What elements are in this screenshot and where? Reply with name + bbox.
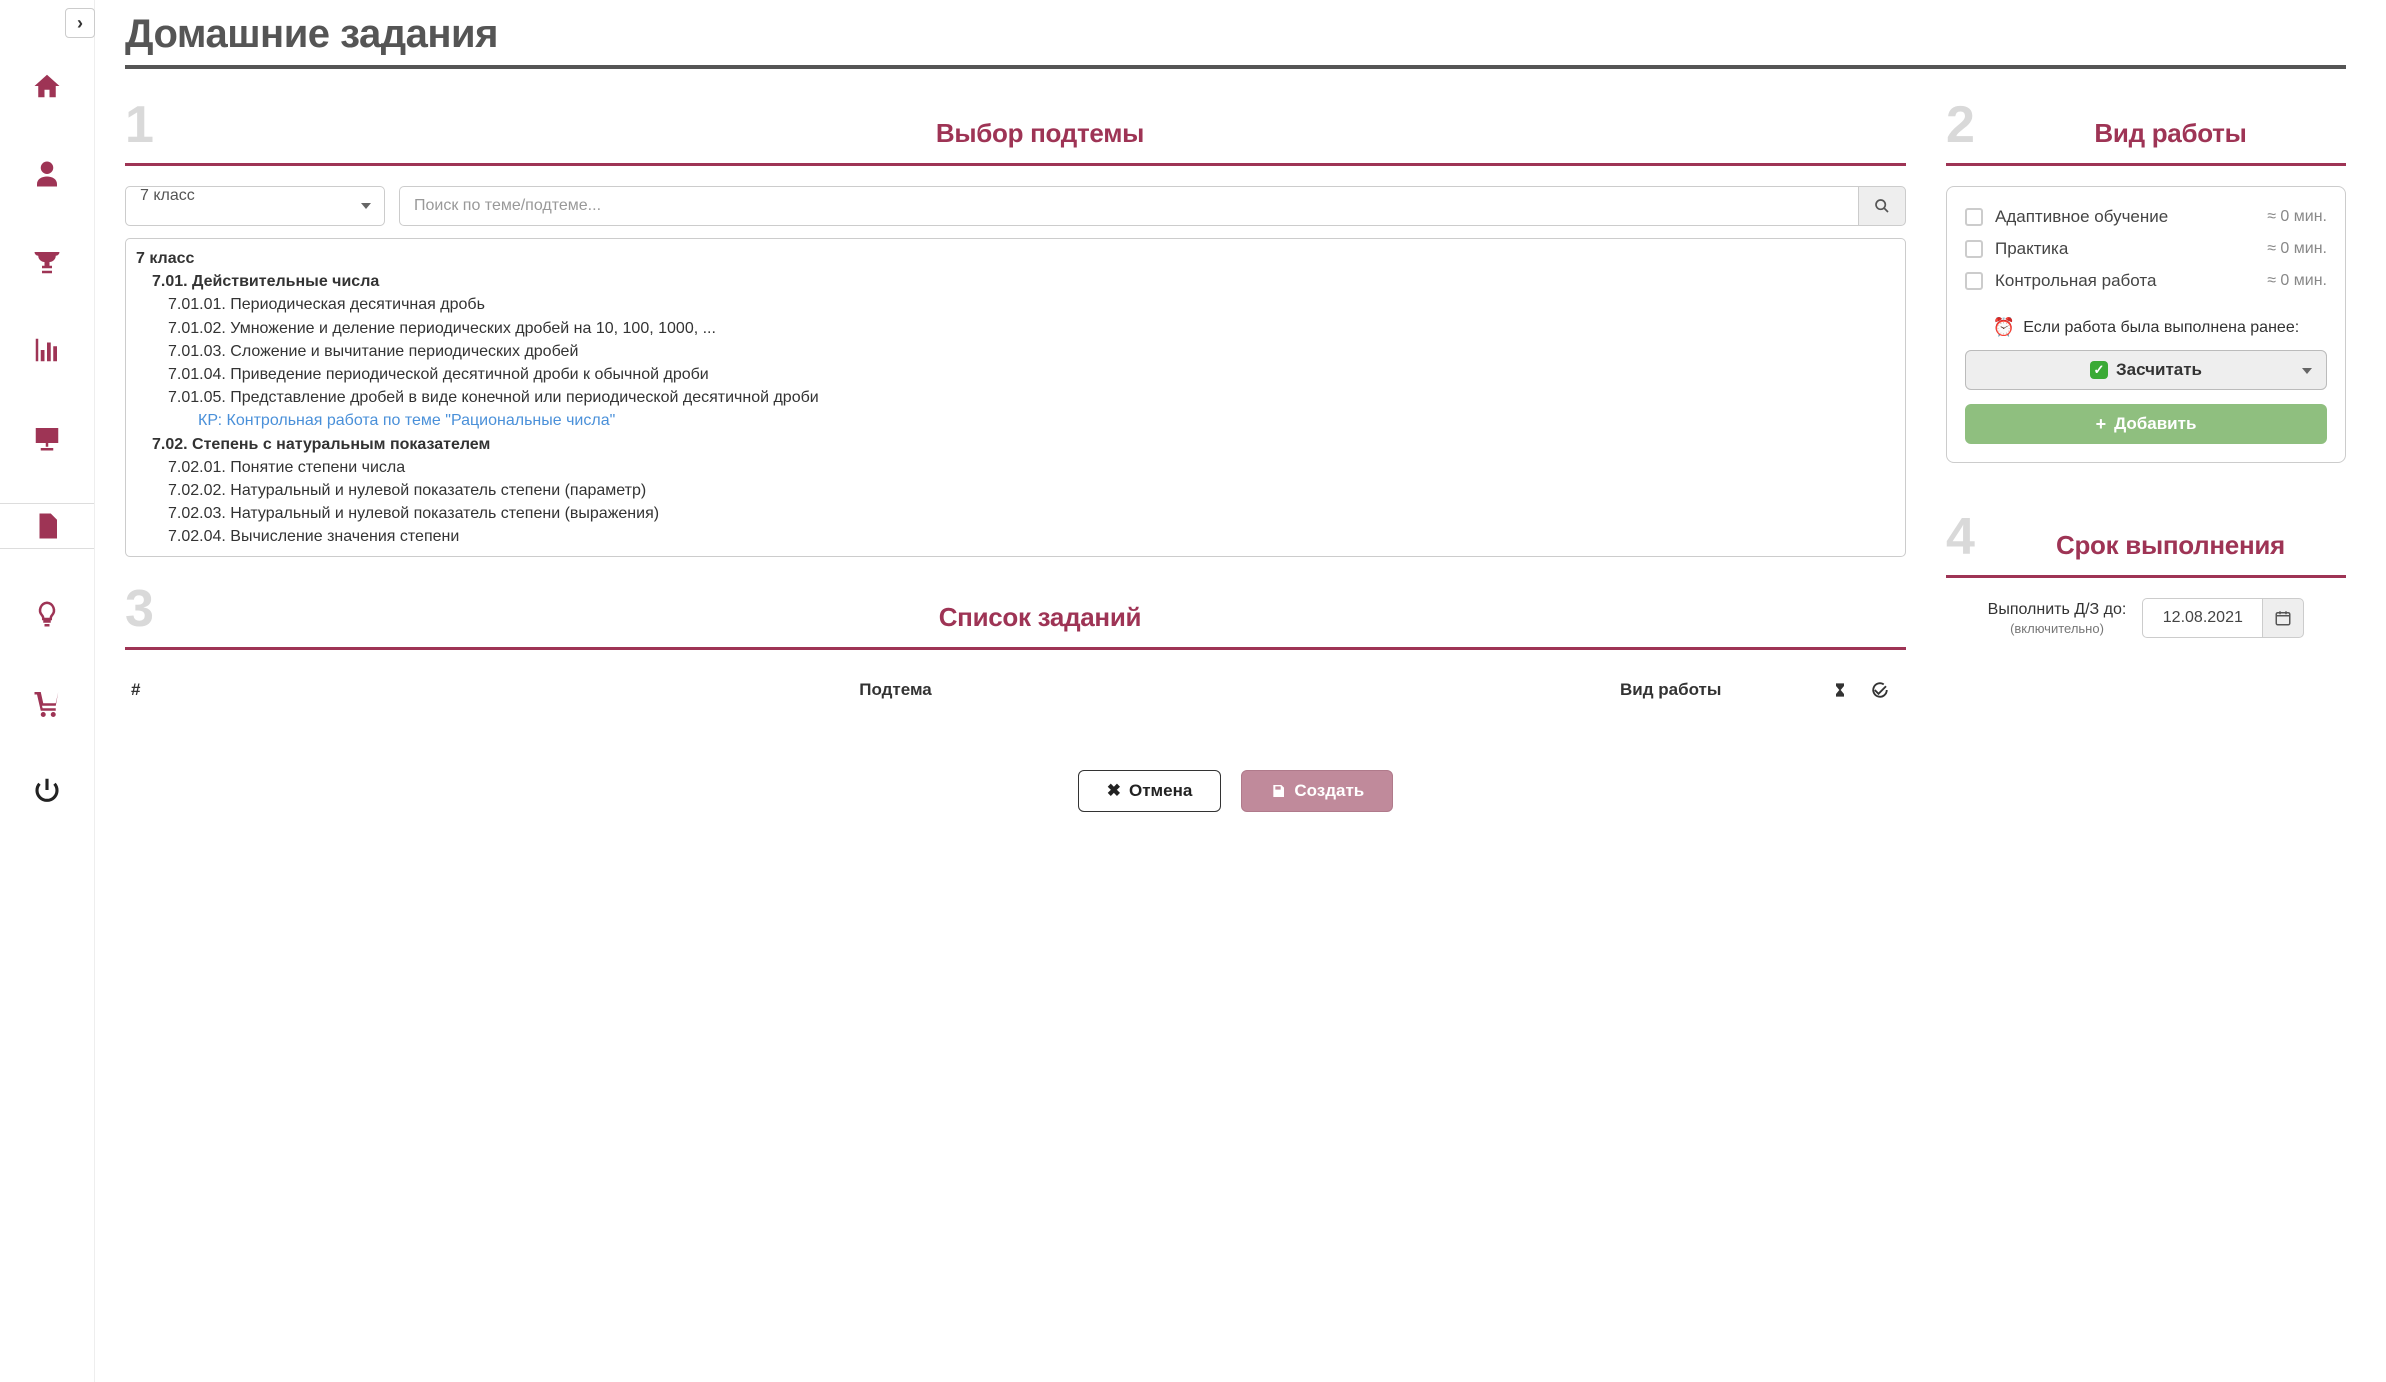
sidebar-toggle[interactable]: › — [65, 8, 95, 38]
col-work-type: Вид работы — [1620, 680, 1820, 700]
col-status — [1860, 681, 1900, 699]
topic-search-input[interactable] — [399, 186, 1858, 226]
section-4-number: 4 — [1946, 511, 1975, 563]
section-2-divider — [1946, 163, 2346, 166]
lightbulb-icon — [32, 599, 62, 629]
col-number: # — [131, 680, 171, 700]
user-icon — [32, 159, 62, 189]
topic-tree: 7 класс 7.01. Действительные числа 7.01.… — [125, 238, 1906, 557]
checkbox[interactable] — [1965, 208, 1983, 226]
work-type-label: Адаптивное обучение — [1995, 207, 2255, 227]
nav-stats[interactable] — [0, 327, 94, 373]
cancel-button-label: Отмена — [1129, 781, 1192, 801]
nav-home[interactable] — [0, 63, 94, 109]
plus-icon: + — [2096, 414, 2107, 435]
save-icon — [1270, 783, 1286, 799]
section-2-title: Вид работы — [1995, 118, 2346, 149]
add-button-label: Добавить — [2114, 414, 2196, 434]
tree-subtopic[interactable]: 7.02.01. Понятие степени числа — [168, 456, 1895, 479]
presentation-icon — [32, 423, 62, 453]
tree-subtopic[interactable]: 7.01.03. Сложение и вычитание периодичес… — [168, 340, 1895, 363]
tree-root[interactable]: 7 класс — [136, 247, 1895, 270]
work-type-label: Практика — [1995, 239, 2255, 259]
checkbox[interactable] — [1965, 272, 1983, 290]
tree-subtopic[interactable]: 7.01.04. Приведение периодической десяти… — [168, 363, 1895, 386]
power-icon — [32, 775, 62, 805]
create-button[interactable]: Создать — [1241, 770, 1393, 812]
nav-profile[interactable] — [0, 151, 94, 197]
tree-subtopic[interactable]: 7.01.01. Периодическая десятичная дробь — [168, 293, 1895, 316]
bar-chart-icon — [32, 335, 62, 365]
due-label-text: Выполнить Д/З до: — [1988, 601, 2127, 618]
col-subtopic: Подтема — [171, 680, 1620, 700]
work-type-practice[interactable]: Практика ≈ 0 мин. — [1965, 233, 2327, 265]
nav-logout[interactable] — [0, 767, 94, 813]
home-icon — [32, 71, 62, 101]
add-button[interactable]: + Добавить — [1965, 404, 2327, 444]
tree-subtopic[interactable]: 7.02.03. Натуральный и нулевой показател… — [168, 502, 1895, 525]
due-label: Выполнить Д/З до: (включительно) — [1988, 601, 2127, 636]
calendar-icon — [2274, 609, 2292, 627]
class-select[interactable]: 7 класс — [125, 186, 385, 226]
due-date-input[interactable] — [2142, 598, 2262, 638]
work-type-adaptive[interactable]: Адаптивное обучение ≈ 0 мин. — [1965, 201, 2327, 233]
due-label-hint: (включительно) — [1988, 621, 2127, 636]
section-4-title: Срок выполнения — [1995, 530, 2346, 561]
tree-subtopic[interactable]: 7.02.04. Вычисление значения степени — [168, 525, 1895, 548]
search-button[interactable] — [1858, 186, 1906, 226]
alarm-clock-icon: ⏰ — [1993, 317, 2015, 338]
work-type-mins: ≈ 0 мин. — [2267, 208, 2327, 226]
section-1-title: Выбор подтемы — [174, 118, 1906, 149]
section-3-divider — [125, 647, 1906, 650]
nav-cart[interactable] — [0, 679, 94, 725]
tree-topic[interactable]: 7.01. Действительные числа — [152, 270, 1895, 293]
check-circle-icon — [1871, 681, 1889, 699]
nav-trophy[interactable] — [0, 239, 94, 285]
nav-assignments[interactable] — [0, 503, 94, 549]
cart-icon — [32, 687, 62, 717]
nav-ideas[interactable] — [0, 591, 94, 637]
task-table-header: # Подтема Вид работы — [125, 670, 1906, 710]
section-3-title: Список заданий — [174, 602, 1906, 633]
date-picker-button[interactable] — [2262, 598, 2304, 638]
checkbox[interactable] — [1965, 240, 1983, 258]
search-icon — [1874, 198, 1890, 214]
prior-work-text: Если работа была выполнена ранее: — [2023, 319, 2299, 337]
tree-control-work[interactable]: КР: Контрольная работа по теме "Рационал… — [198, 409, 1895, 432]
tree-subtopic[interactable]: 7.01.02. Умножение и деление периодическ… — [168, 317, 1895, 340]
section-1-divider — [125, 163, 1906, 166]
col-duration — [1820, 682, 1860, 698]
count-select-value: Засчитать — [2116, 360, 2202, 380]
section-2-number: 2 — [1946, 99, 1975, 151]
count-select[interactable]: ✓ Засчитать — [1965, 350, 2327, 390]
work-type-panel: Адаптивное обучение ≈ 0 мин. Практика ≈ … — [1946, 186, 2346, 463]
tree-topic[interactable]: 7.02. Степень с натуральным показателем — [152, 433, 1895, 456]
hourglass-icon — [1832, 682, 1848, 698]
close-icon: ✖ — [1107, 781, 1121, 801]
document-icon — [32, 511, 62, 541]
class-select-value: 7 класс — [125, 186, 385, 226]
tree-subtopic[interactable]: 7.02.02. Натуральный и нулевой показател… — [168, 479, 1895, 502]
title-divider — [125, 65, 2346, 69]
section-4-divider — [1946, 575, 2346, 578]
work-type-label: Контрольная работа — [1995, 271, 2255, 291]
cancel-button[interactable]: ✖ Отмена — [1078, 770, 1222, 812]
tree-subtopic[interactable]: 7.01.05. Представление дробей в виде кон… — [168, 386, 1895, 409]
work-type-test[interactable]: Контрольная работа ≈ 0 мин. — [1965, 265, 2327, 297]
section-1-number: 1 — [125, 99, 154, 151]
page-title: Домашние задания — [125, 12, 2346, 57]
nav-board[interactable] — [0, 415, 94, 461]
chevron-right-icon: › — [77, 13, 83, 34]
create-button-label: Создать — [1294, 781, 1364, 801]
work-type-mins: ≈ 0 мин. — [2267, 272, 2327, 290]
sidebar: › — [0, 0, 95, 1382]
section-3-number: 3 — [125, 583, 154, 635]
trophy-icon — [32, 247, 62, 277]
work-type-mins: ≈ 0 мин. — [2267, 240, 2327, 258]
prior-work-message: ⏰ Если работа была выполнена ранее: — [1965, 317, 2327, 338]
check-badge-icon: ✓ — [2090, 361, 2108, 379]
